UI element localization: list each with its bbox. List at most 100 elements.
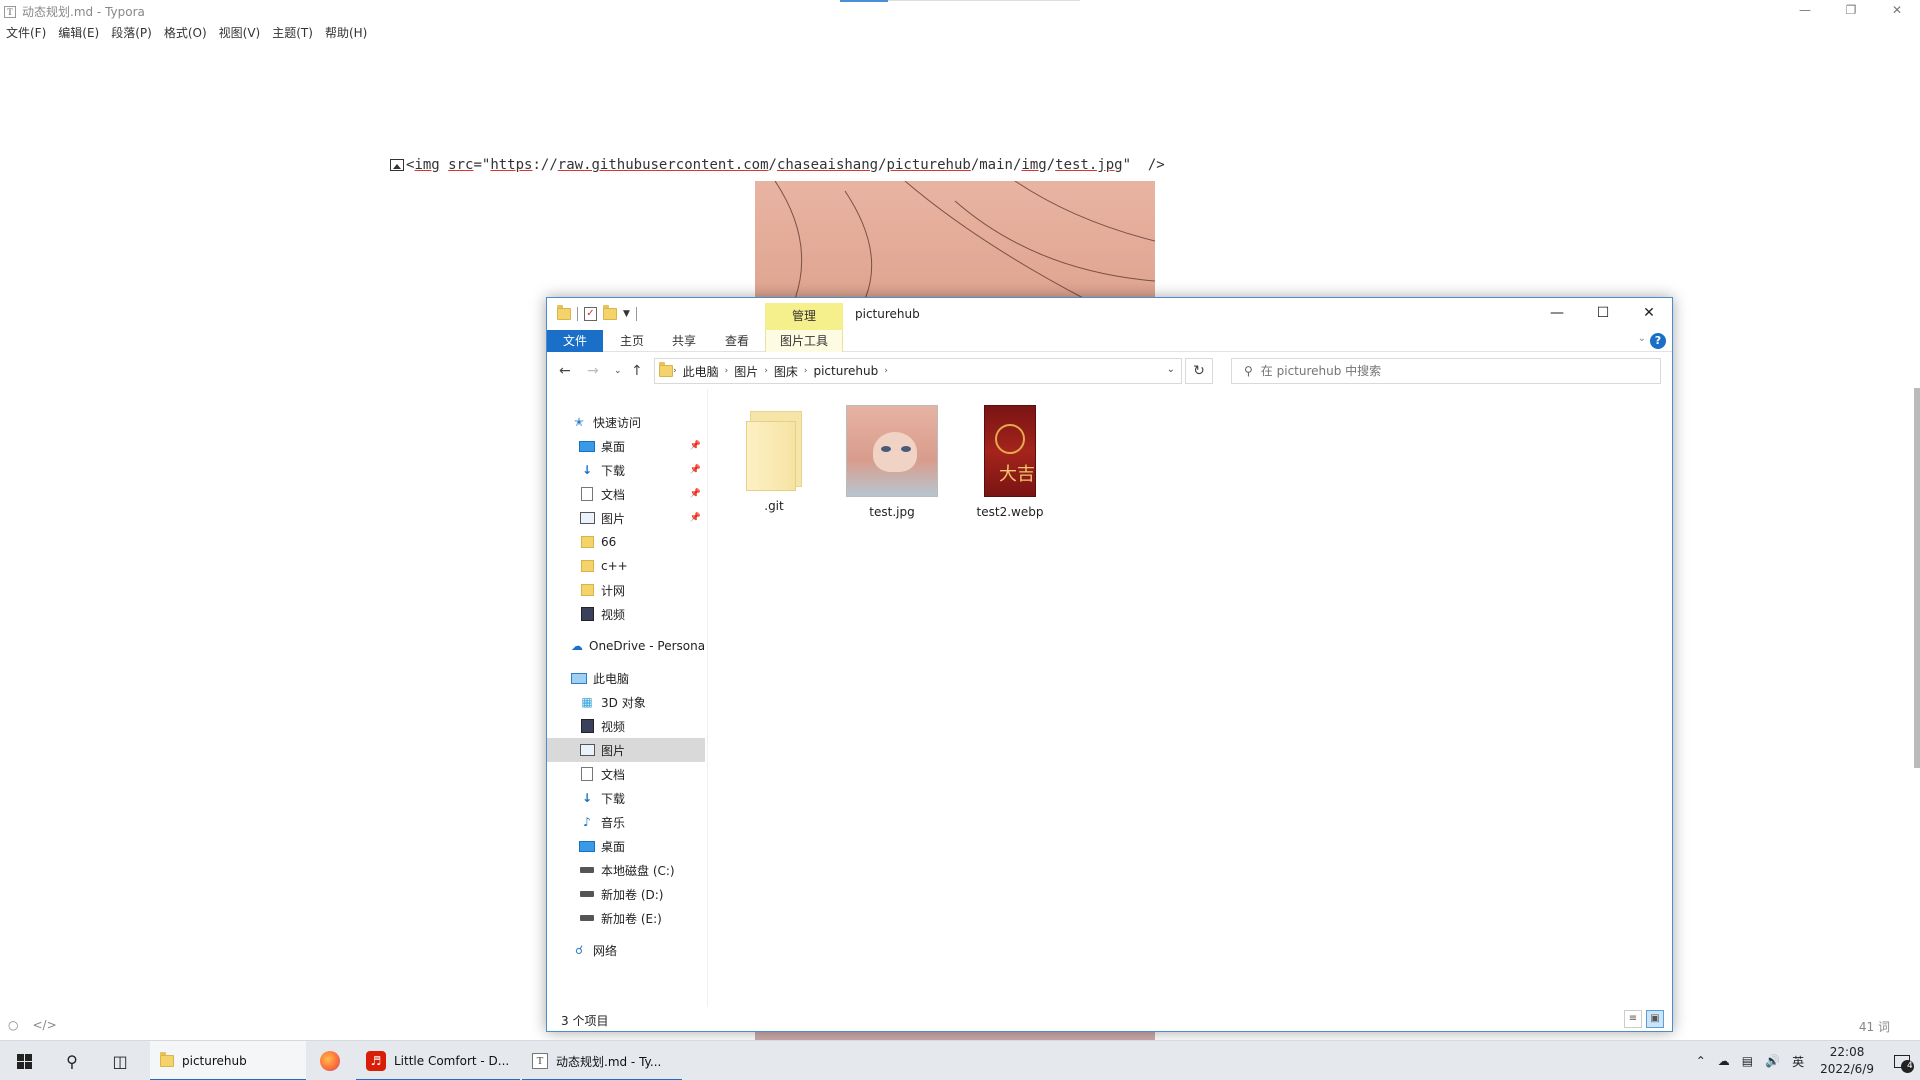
- sidebar-item-pc-videos[interactable]: 视频: [547, 714, 705, 738]
- circle-icon[interactable]: ○: [8, 1018, 18, 1032]
- sidebar-item-pc-downloads[interactable]: ↓ 下载: [547, 786, 705, 810]
- sidebar-item-pc-pictures[interactable]: 图片: [547, 738, 705, 762]
- sidebar-item-label: 3D 对象: [601, 695, 646, 710]
- music-icon: ♪: [583, 815, 591, 829]
- tab-file[interactable]: 文件: [547, 330, 603, 352]
- image-icon: [390, 159, 404, 171]
- file-name: test2.webp: [976, 505, 1044, 519]
- sidebar-item-documents[interactable]: 文档 📌: [547, 482, 705, 506]
- menu-theme[interactable]: 主题(T): [266, 23, 319, 43]
- chevron-right-icon[interactable]: ›: [884, 366, 888, 376]
- pin-icon[interactable]: 📌: [690, 465, 701, 475]
- minimize-icon[interactable]: —: [1534, 298, 1580, 328]
- sidebar-item-pc-documents[interactable]: 文档: [547, 762, 705, 786]
- sidebar-item-downloads[interactable]: ↓ 下载 📌: [547, 458, 705, 482]
- pin-icon[interactable]: 📌: [690, 441, 701, 451]
- word-count[interactable]: 41 词: [1859, 1018, 1890, 1035]
- maximize-icon[interactable]: ☐: [1580, 298, 1626, 328]
- tab-view[interactable]: 查看: [717, 330, 757, 352]
- address-bar[interactable]: › 此电脑 › 图片 › 图床 › picturehub › ⌄: [654, 358, 1182, 384]
- recent-locations-icon[interactable]: ⌄: [614, 366, 622, 376]
- ime-indicator[interactable]: 英: [1786, 1053, 1810, 1070]
- expand-ribbon-icon[interactable]: ⌄: [1638, 333, 1646, 344]
- details-view-icon[interactable]: ≡: [1624, 1010, 1642, 1028]
- folder-icon: [580, 584, 594, 596]
- notification-center[interactable]: 4: [1884, 1041, 1920, 1080]
- minimize-icon[interactable]: —: [1782, 0, 1828, 22]
- breadcrumb-this-pc[interactable]: 此电脑: [677, 363, 725, 380]
- code-icon[interactable]: </>: [32, 1018, 56, 1032]
- onedrive-icon[interactable]: ☁: [1712, 1054, 1736, 1068]
- sidebar-item-network-course[interactable]: 计网: [547, 578, 705, 602]
- chevron-up-icon[interactable]: ⌃: [1690, 1054, 1712, 1068]
- search-input[interactable]: [1260, 364, 1641, 378]
- sidebar-item-onedrive[interactable]: ☁ OneDrive - Persona: [547, 634, 705, 658]
- sidebar-item-label: 下载: [601, 463, 626, 478]
- file-item-test2-webp[interactable]: 大吉 test2.webp: [960, 405, 1060, 519]
- sidebar-item-this-pc[interactable]: 此电脑: [547, 666, 705, 690]
- sidebar-item-videos[interactable]: 视频: [547, 602, 705, 626]
- search-icon[interactable]: ⚲: [48, 1041, 96, 1080]
- sidebar-item-pictures[interactable]: 图片 📌: [547, 506, 705, 530]
- refresh-icon[interactable]: ↻: [1185, 358, 1213, 384]
- sidebar-item-66[interactable]: 66: [547, 530, 705, 554]
- sidebar-item-pc-desktop[interactable]: 桌面: [547, 834, 705, 858]
- customize-dropdown-icon[interactable]: ▼: [623, 309, 630, 319]
- restore-icon[interactable]: ❐: [1828, 0, 1874, 22]
- img-source-line[interactable]: < img src =" https :// raw.githubusercon…: [390, 157, 1165, 173]
- sidebar-item-drive-c[interactable]: 本地磁盘 (C:): [547, 858, 705, 882]
- forward-arrow-icon[interactable]: →: [587, 363, 599, 379]
- typora-scrollbar[interactable]: [1914, 388, 1920, 768]
- menu-edit[interactable]: 编辑(E): [52, 23, 105, 43]
- taskbar-app-typora[interactable]: T 动态规划.md - Ty...: [522, 1041, 682, 1080]
- download-icon: ↓: [581, 791, 593, 805]
- back-arrow-icon[interactable]: ←: [559, 363, 571, 379]
- file-item-test-jpg[interactable]: test.jpg: [842, 405, 942, 519]
- pin-icon[interactable]: 📌: [690, 489, 701, 499]
- sidebar-item-desktop[interactable]: 桌面 📌: [547, 434, 705, 458]
- clock[interactable]: 22:08 2022/6/9: [1810, 1044, 1884, 1078]
- new-folder-icon[interactable]: [603, 305, 617, 320]
- breadcrumb-image-host[interactable]: 图床: [768, 363, 804, 380]
- network-icon[interactable]: ▤: [1736, 1054, 1759, 1068]
- sidebar-item-quick-access[interactable]: ✭ 快速访问: [547, 410, 705, 434]
- menu-file[interactable]: 文件(F): [0, 23, 52, 43]
- typora-app-icon: T: [4, 5, 16, 18]
- close-icon[interactable]: ✕: [1874, 0, 1920, 22]
- up-arrow-icon[interactable]: ↑: [631, 363, 643, 379]
- pin-icon[interactable]: 📌: [690, 513, 701, 523]
- tab-picture-tools[interactable]: 图片工具: [765, 330, 843, 352]
- tab-share[interactable]: 共享: [664, 330, 704, 352]
- folder-icon: [160, 1052, 174, 1067]
- sidebar-item-3d-objects[interactable]: ▦ 3D 对象: [547, 690, 705, 714]
- help-icon[interactable]: ?: [1650, 333, 1666, 349]
- large-icons-view-icon[interactable]: ▣: [1646, 1010, 1664, 1028]
- sidebar-item-drive-e[interactable]: 新加卷 (E:): [547, 906, 705, 930]
- start-button[interactable]: [0, 1041, 48, 1080]
- tab-home[interactable]: 主页: [612, 330, 652, 352]
- menu-paragraph[interactable]: 段落(P): [105, 23, 158, 43]
- close-icon[interactable]: ✕: [1626, 298, 1672, 328]
- sidebar-item-cpp[interactable]: c++: [547, 554, 705, 578]
- menu-format[interactable]: 格式(O): [158, 23, 213, 43]
- sidebar-item-drive-d[interactable]: 新加卷 (D:): [547, 882, 705, 906]
- breadcrumb-picturehub[interactable]: picturehub: [807, 364, 884, 378]
- explorer-title: picturehub: [855, 307, 920, 321]
- sidebar-item-network[interactable]: ☌ 网络: [547, 938, 705, 962]
- menu-view[interactable]: 视图(V): [213, 23, 267, 43]
- taskbar-app-explorer[interactable]: picturehub: [150, 1041, 306, 1080]
- menu-help[interactable]: 帮助(H): [319, 23, 373, 43]
- chevron-down-icon[interactable]: ⌄: [1167, 364, 1175, 375]
- volume-icon[interactable]: 🔊: [1759, 1054, 1786, 1068]
- sidebar-item-music[interactable]: ♪ 音乐: [547, 810, 705, 834]
- firefox-icon[interactable]: [306, 1041, 354, 1080]
- search-box[interactable]: ⚲: [1231, 358, 1661, 384]
- task-view-icon[interactable]: ◫: [96, 1041, 144, 1080]
- taskbar-app-netease-music[interactable]: ♬ Little Comfort - D...: [356, 1041, 520, 1080]
- properties-icon[interactable]: ✓: [584, 307, 597, 321]
- rendered-image-bottom: [755, 1032, 1155, 1040]
- tab-manage[interactable]: 管理: [765, 303, 843, 330]
- folder-icon: [744, 405, 804, 491]
- file-item-git[interactable]: .git: [724, 405, 824, 513]
- breadcrumb-pictures[interactable]: 图片: [728, 363, 764, 380]
